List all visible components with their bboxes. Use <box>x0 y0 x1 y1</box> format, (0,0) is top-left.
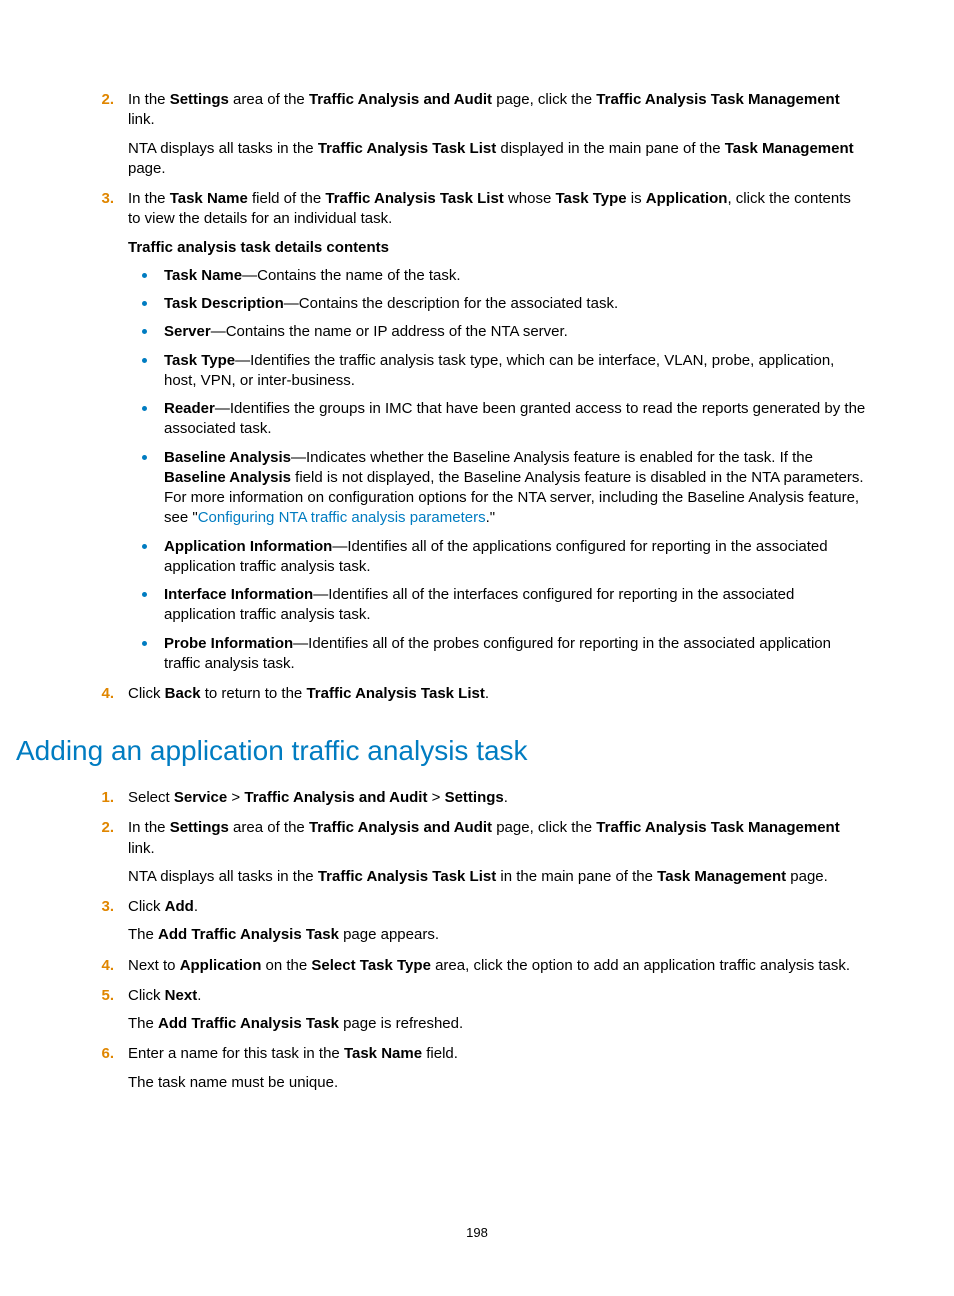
step-number: 6. <box>88 1044 114 1064</box>
instruction-step: 4. Click Back to return to the Traffic An… <box>88 684 866 704</box>
step-after-text: The Add Traffic Analysis Task page appea… <box>128 925 866 945</box>
instruction-step: 2. In the Settings area of the Traffic An… <box>88 818 866 887</box>
detail-bullet-item: Baseline Analysis—Indicates whether the … <box>128 448 866 529</box>
step-text: In the Settings area of the Traffic Anal… <box>128 818 866 859</box>
step-text: Click Back to return to the Traffic Anal… <box>128 684 866 704</box>
step-text: In the Task Name field of the Traffic An… <box>128 189 866 230</box>
step-text: In the Settings area of the Traffic Anal… <box>128 90 866 131</box>
step-after-text: The task name must be unique. <box>128 1073 866 1093</box>
step-number: 4. <box>88 956 114 976</box>
detail-bullet-list: Task Name—Contains the name of the task.… <box>128 266 866 674</box>
step-number: 3. <box>88 897 114 917</box>
step-after-text: NTA displays all tasks in the Traffic An… <box>128 867 866 887</box>
step-text: Click Next. <box>128 986 866 1006</box>
page-number: 198 <box>0 1224 954 1242</box>
step-body: In the Task Name field of the Traffic An… <box>128 189 866 674</box>
detail-bullet-item: Interface Information—Identifies all of … <box>128 585 866 626</box>
config-params-link[interactable]: Configuring NTA traffic analysis paramet… <box>198 509 486 526</box>
instruction-step: 6. Enter a name for this task in the Task… <box>88 1044 866 1093</box>
detail-bullet-item: Task Name—Contains the name of the task. <box>128 266 866 286</box>
section-heading: Adding an application traffic analysis t… <box>16 732 866 770</box>
instruction-step: 2. In the Settings area of the Traffic An… <box>88 90 866 179</box>
instruction-list-1: 2. In the Settings area of the Traffic An… <box>88 90 866 704</box>
instruction-step: 3. In the Task Name field of the Traffic … <box>88 189 866 674</box>
step-number: 5. <box>88 986 114 1006</box>
step-text: Select Service > Traffic Analysis and Au… <box>128 788 866 808</box>
step-body: Enter a name for this task in the Task N… <box>128 1044 866 1093</box>
detail-bullet-item: Server—Contains the name or IP address o… <box>128 322 866 342</box>
step-number: 3. <box>88 189 114 209</box>
step-number: 2. <box>88 818 114 838</box>
step-body: Click Back to return to the Traffic Anal… <box>128 684 866 704</box>
document-page: 2. In the Settings area of the Traffic An… <box>0 0 954 1296</box>
step-number: 2. <box>88 90 114 110</box>
step-body: In the Settings area of the Traffic Anal… <box>128 90 866 179</box>
step-number: 4. <box>88 684 114 704</box>
step-body: Click Add. The Add Traffic Analysis Task … <box>128 897 866 946</box>
detail-bullet-item: Task Description—Contains the descriptio… <box>128 294 866 314</box>
step-body: Select Service > Traffic Analysis and Au… <box>128 788 866 808</box>
step-text: Next to Application on the Select Task T… <box>128 956 866 976</box>
step-text: Enter a name for this task in the Task N… <box>128 1044 866 1064</box>
instruction-list-2: 1. Select Service > Traffic Analysis and … <box>88 788 866 1093</box>
detail-bullet-item: Reader—Identifies the groups in IMC that… <box>128 399 866 440</box>
step-body: Next to Application on the Select Task T… <box>128 956 866 976</box>
step-after-text: The Add Traffic Analysis Task page is re… <box>128 1014 866 1034</box>
instruction-step: 4. Next to Application on the Select Task… <box>88 956 866 976</box>
detail-bullet-item: Application Information—Identifies all o… <box>128 537 866 578</box>
step-body: Click Next. The Add Traffic Analysis Task… <box>128 986 866 1035</box>
instruction-step: 1. Select Service > Traffic Analysis and … <box>88 788 866 808</box>
instruction-step: 3. Click Add. The Add Traffic Analysis Tas… <box>88 897 866 946</box>
step-subheading: Traffic analysis task details contents <box>128 238 866 258</box>
instruction-step: 5. Click Next. The Add Traffic Analysis Ta… <box>88 986 866 1035</box>
step-text: Click Add. <box>128 897 866 917</box>
detail-bullet-item: Task Type—Identifies the traffic analysi… <box>128 351 866 392</box>
detail-bullet-item: Probe Information—Identifies all of the … <box>128 634 866 675</box>
step-body: In the Settings area of the Traffic Anal… <box>128 818 866 887</box>
step-number: 1. <box>88 788 114 808</box>
step-after-text: NTA displays all tasks in the Traffic An… <box>128 139 866 180</box>
